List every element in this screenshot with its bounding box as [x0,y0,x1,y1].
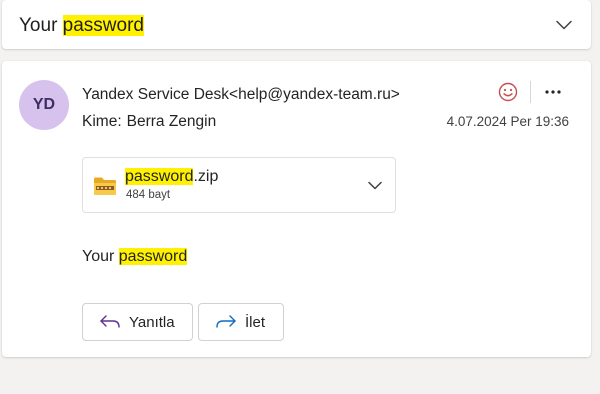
to-label: Kime: [82,113,122,130]
reaction-button[interactable] [496,80,520,104]
avatar[interactable]: YD [19,80,69,130]
more-actions-button[interactable] [540,80,566,104]
message-card: YD Yandex Service Desk<help@yandex-team.… [2,61,591,357]
toolbar-divider [530,81,531,103]
smile-icon [498,82,518,102]
attachment-card[interactable]: password.zip 484 bayt [82,157,396,213]
more-icon [545,90,561,94]
attachment-name: password.zip [125,167,218,187]
body-highlight: password [118,248,188,265]
sender[interactable]: Yandex Service Desk<help@yandex-team.ru> [82,85,400,105]
attachment-menu-button[interactable] [365,175,385,195]
subject-header: Your password [2,0,591,49]
reply-icon [99,314,121,330]
forward-icon [215,314,237,330]
zip-folder-icon [94,177,116,195]
reply-label: Yanıtla [129,313,175,331]
body-prefix: Your [82,248,119,265]
message-date: 4.07.2024 Per 19:36 [446,114,569,129]
reply-button[interactable]: Yanıtla [82,303,193,341]
recipient-name[interactable]: Berra Zengin [127,113,217,130]
message-body: Your password [82,246,188,268]
chevron-down-icon [368,181,382,189]
forward-button[interactable]: İlet [198,303,284,341]
forward-label: İlet [245,313,266,331]
attachment-name-highlight: password [125,168,194,185]
chevron-down-icon [556,20,572,30]
collapse-button[interactable] [553,14,575,36]
attachment-extension: .zip [193,168,219,185]
subject-prefix: Your [19,15,63,36]
attachment-size: 484 bayt [126,189,171,201]
email-subject: Your password [19,14,144,38]
subject-highlight: password [62,15,144,36]
recipient-line: Kime: Berra Zengin [82,112,216,132]
